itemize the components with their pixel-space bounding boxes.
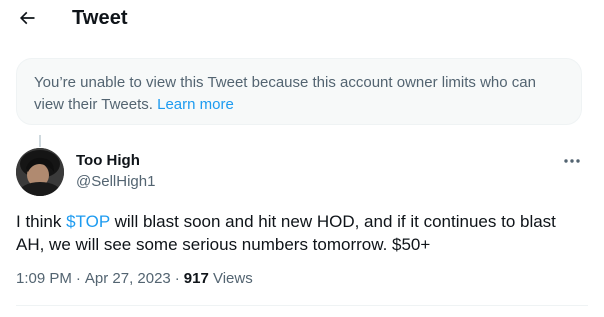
- tweet-text-start: I think: [16, 212, 67, 231]
- views-count[interactable]: 917: [184, 270, 209, 287]
- views-label: Views: [212, 270, 253, 287]
- back-arrow-icon: [17, 8, 37, 33]
- tweet-text: I think $TOP will blast soon and hit new…: [16, 210, 588, 256]
- more-dots-icon: [563, 151, 581, 169]
- cashtag-link[interactable]: $TOP: [66, 212, 110, 231]
- notice-message: You’re unable to view this Tweet because…: [34, 74, 536, 113]
- meta-separator: ·: [174, 270, 180, 287]
- top-bar: Tweet: [0, 0, 604, 40]
- restricted-tweet-notice: You’re unable to view this Tweet because…: [16, 58, 582, 125]
- avatar[interactable]: [16, 148, 64, 196]
- author-handle[interactable]: @SellHigh1: [76, 173, 155, 190]
- meta-separator: ·: [75, 270, 81, 287]
- tweet-time[interactable]: 1:09 PM: [16, 270, 72, 287]
- divider: [16, 305, 588, 306]
- thread-connector-line: [39, 135, 41, 147]
- page-title: Tweet: [72, 7, 128, 29]
- tweet-meta: 1:09 PM · Apr 27, 2023 · 917 Views: [16, 270, 253, 287]
- more-options-button[interactable]: [560, 150, 584, 170]
- author-name[interactable]: Too High: [76, 152, 140, 169]
- learn-more-link[interactable]: Learn more: [157, 96, 234, 113]
- tweet-date[interactable]: Apr 27, 2023: [85, 270, 171, 287]
- back-button[interactable]: [10, 4, 44, 36]
